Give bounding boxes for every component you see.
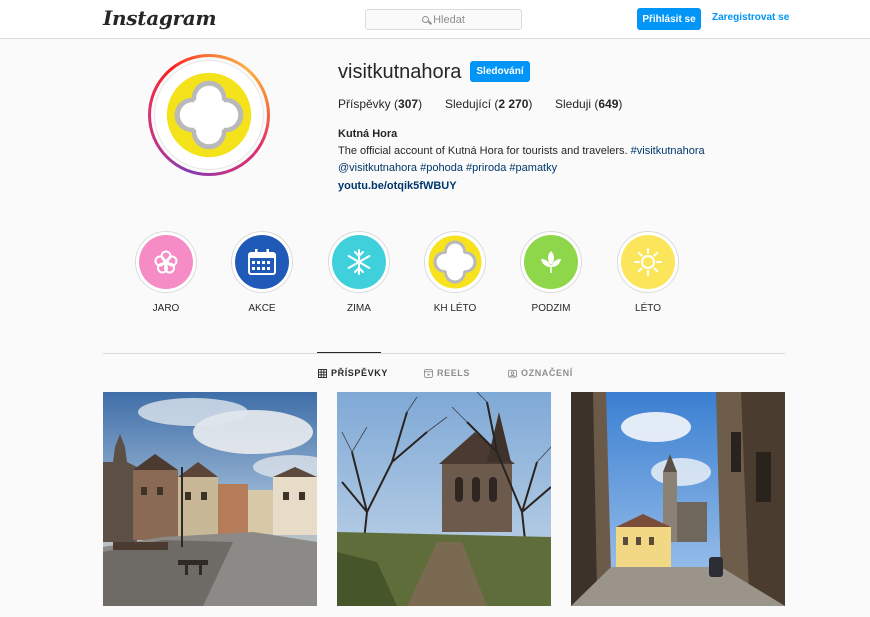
bio-text-line: The official account of Kutná Hora for t…: [338, 145, 705, 157]
bio-tags-line: @visitkutnahora #pohoda #priroda #pamatk…: [338, 162, 557, 174]
register-link[interactable]: Zaregistrovat se: [712, 12, 789, 23]
highlight-akce[interactable]: AKCE: [231, 231, 293, 314]
posts-count: 307: [398, 97, 419, 111]
bio-website-link[interactable]: youtu.be/otqik5fWBUY: [338, 180, 457, 192]
kutna-hora-logo-icon: [166, 72, 252, 158]
hashtag-link[interactable]: #pamatky: [509, 162, 557, 174]
highlight-podzim[interactable]: PODZIM: [520, 231, 582, 314]
mention-link[interactable]: @visitkutnahora: [338, 162, 417, 174]
kutna-hora-logo-icon: [428, 235, 482, 289]
highlight-label: AKCE: [248, 303, 276, 314]
bio-name: Kutná Hora: [338, 128, 398, 140]
tagged-icon: [508, 369, 517, 378]
highlight-zima[interactable]: ZIMA: [328, 231, 390, 314]
instagram-logo[interactable]: Instagram: [103, 6, 217, 30]
top-navigation-bar: Instagram Hledat Přihlásit se Zaregistro…: [0, 0, 870, 39]
following-count: 649: [598, 97, 619, 111]
profile-username: visitkutnahora: [338, 61, 462, 83]
tab-label: OZNAČENÍ: [521, 368, 573, 378]
highlight-leto[interactable]: LÉTO: [617, 231, 679, 314]
post-thumbnail-church-park[interactable]: [337, 392, 551, 606]
highlight-label: KH LÉTO: [433, 303, 477, 314]
tabs-divider: [103, 353, 785, 354]
search-icon: [422, 16, 430, 23]
post-thumbnail-town-square[interactable]: [103, 392, 317, 606]
posts-count-stat: Příspěvky (307): [338, 97, 423, 111]
calendar-icon: [248, 249, 276, 275]
tab-tagged[interactable]: OZNAČENÍ: [508, 368, 573, 378]
hashtag-link[interactable]: #visitkutnahora: [631, 145, 705, 157]
post-thumbnail-cathedral-street[interactable]: [571, 392, 785, 606]
sun-icon: [634, 248, 662, 276]
highlight-label: PODZIM: [531, 303, 571, 314]
follow-button[interactable]: Sledování: [470, 61, 530, 82]
followers-count: 2 270: [498, 97, 529, 111]
leaves-icon: [541, 251, 561, 273]
tab-posts[interactable]: PŘÍSPĚVKY: [318, 368, 388, 378]
tab-reels[interactable]: REELS: [424, 368, 470, 378]
search-placeholder: Hledat: [433, 13, 465, 26]
highlight-label: ZIMA: [347, 303, 371, 314]
active-tab-indicator: [317, 352, 381, 353]
highlight-label: LÉTO: [635, 303, 661, 314]
snowflake-icon: [347, 249, 371, 275]
hashtag-link[interactable]: #priroda: [466, 162, 506, 174]
following-stat[interactable]: Sleduji (649): [555, 97, 622, 111]
search-input[interactable]: Hledat: [365, 9, 522, 30]
followers-stat[interactable]: Sledující (2 270): [445, 97, 532, 111]
tab-label: PŘÍSPĚVKY: [331, 368, 388, 378]
highlight-kh-leto[interactable]: KH LÉTO: [424, 231, 486, 314]
login-button[interactable]: Přihlásit se: [637, 8, 701, 30]
highlight-label: JARO: [152, 303, 180, 314]
highlight-jaro[interactable]: JARO: [135, 231, 197, 314]
reels-icon: [424, 368, 433, 378]
hashtag-link[interactable]: #pohoda: [420, 162, 463, 174]
grid-icon: [318, 368, 327, 378]
tab-label: REELS: [437, 368, 471, 378]
flower-icon: [154, 250, 178, 274]
